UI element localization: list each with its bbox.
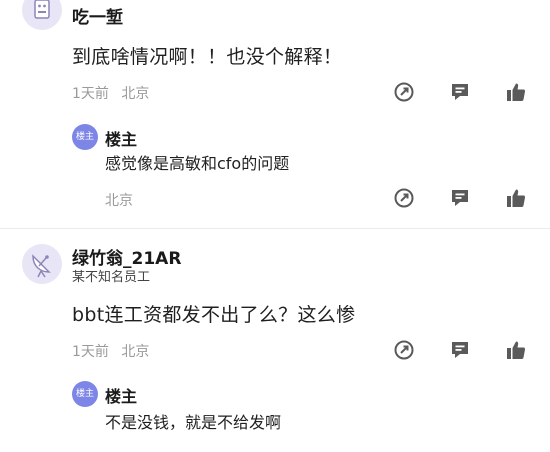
reply-location: 北京 [105,193,133,209]
thumbs-up-icon[interactable] [505,187,527,209]
comment-meta: 1天前 北京 [72,83,149,103]
comment-icon[interactable] [449,187,471,209]
comment-content: 到底啥情况啊！！也没个解释！ [72,46,343,68]
comment-divider [0,228,550,229]
comment-content: bbt连工资都发不出了么？这么惨 [72,304,356,326]
avatar[interactable] [22,0,62,30]
comment-location: 北京 [121,344,150,360]
avatar[interactable] [22,244,62,284]
op-avatar[interactable]: 楼主 [72,381,98,407]
thumbs-up-icon[interactable] [505,339,527,361]
forward-edit-icon[interactable] [393,339,415,361]
op-avatar[interactable]: 楼主 [72,124,98,150]
comment-time: 1天前 [72,344,109,360]
comment-icon[interactable] [449,339,471,361]
op-name[interactable]: 楼主 [105,383,137,407]
username[interactable]: 吃一堑 [72,3,123,28]
comment-time: 1天前 [72,86,109,102]
reply-content: 感觉像是高敏和cfo的问题 [105,154,290,173]
comment-meta: 1天前 北京 [72,341,149,361]
forward-edit-icon[interactable] [393,81,415,103]
reply-content: 不是没钱，就是不给发啊 [105,413,282,432]
comment-location: 北京 [121,86,150,102]
robot-avatar-icon [34,0,50,19]
comment-icon[interactable] [449,81,471,103]
thumbs-up-icon[interactable] [505,81,527,103]
forward-edit-icon[interactable] [393,187,415,209]
user-title: 某不知名员工 [72,270,151,285]
op-name[interactable]: 楼主 [105,126,137,150]
satellite-dish-avatar-icon [32,254,51,278]
